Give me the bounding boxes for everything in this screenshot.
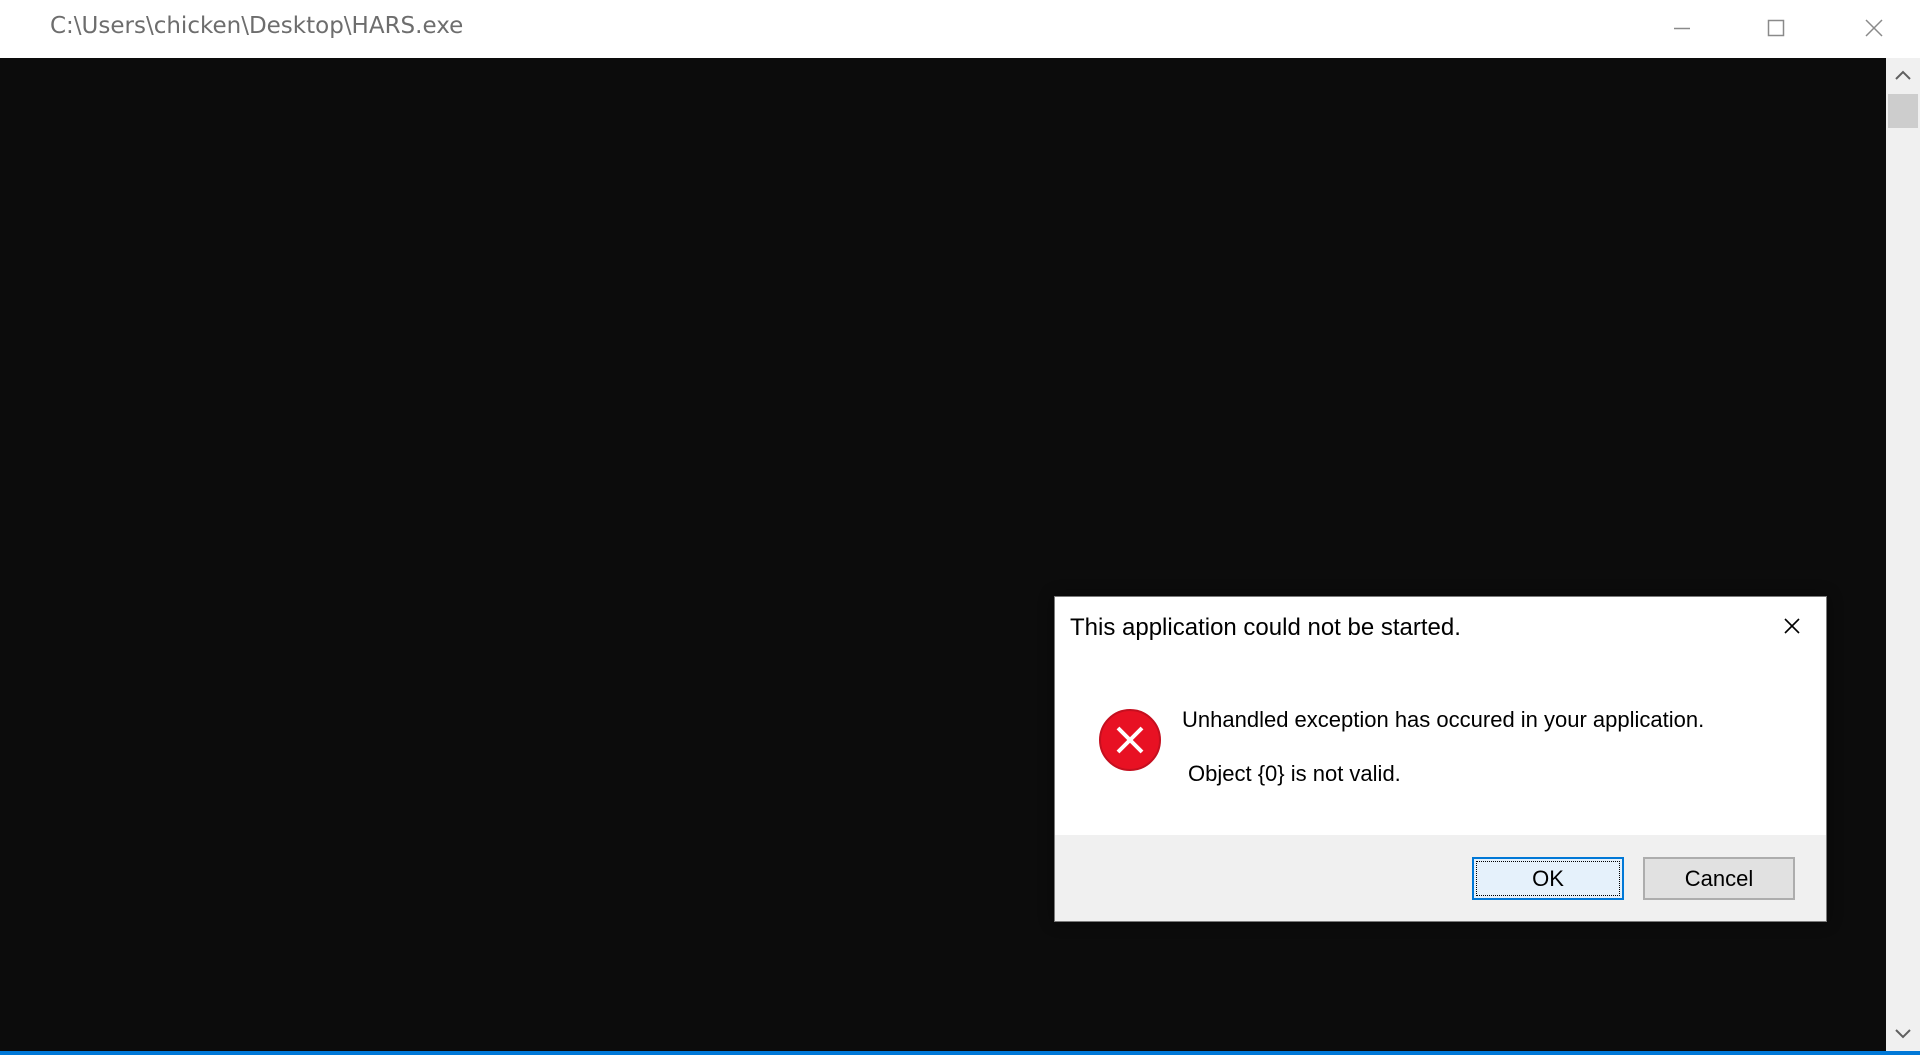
- minimize-button[interactable]: [1634, 0, 1728, 58]
- dialog-close-button[interactable]: [1771, 609, 1813, 643]
- chevron-down-icon: [1895, 1029, 1911, 1039]
- cancel-button[interactable]: Cancel: [1643, 857, 1795, 900]
- close-button[interactable]: [1826, 0, 1920, 58]
- error-dialog[interactable]: This application could not be started. U…: [1054, 596, 1827, 922]
- close-icon: [1865, 19, 1883, 37]
- ok-button[interactable]: OK: [1472, 857, 1624, 900]
- maximize-button[interactable]: [1728, 0, 1822, 58]
- window-title: C:\Users\chicken\Desktop\HARS.exe: [50, 13, 464, 39]
- ok-button-label: OK: [1532, 866, 1564, 891]
- scroll-up-button[interactable]: [1886, 58, 1920, 92]
- maximize-icon: [1767, 19, 1785, 37]
- error-icon: [1098, 708, 1162, 772]
- minimize-icon: [1674, 27, 1690, 30]
- vertical-scrollbar[interactable]: [1886, 58, 1920, 1051]
- chevron-up-icon: [1895, 70, 1911, 80]
- window-titlebar[interactable]: C:\Users\chicken\Desktop\HARS.exe: [0, 0, 1920, 58]
- error-message: Unhandled exception has occured in your …: [1182, 707, 1705, 732]
- taskbar-accent-line: [0, 1051, 1920, 1055]
- scroll-thumb[interactable]: [1888, 94, 1918, 128]
- close-icon: [1784, 618, 1800, 634]
- dialog-title: This application could not be started.: [1070, 614, 1461, 641]
- cancel-button-label: Cancel: [1684, 866, 1754, 891]
- scroll-down-button[interactable]: [1886, 1017, 1920, 1051]
- error-detail: Object {0} is not valid.: [1188, 761, 1401, 786]
